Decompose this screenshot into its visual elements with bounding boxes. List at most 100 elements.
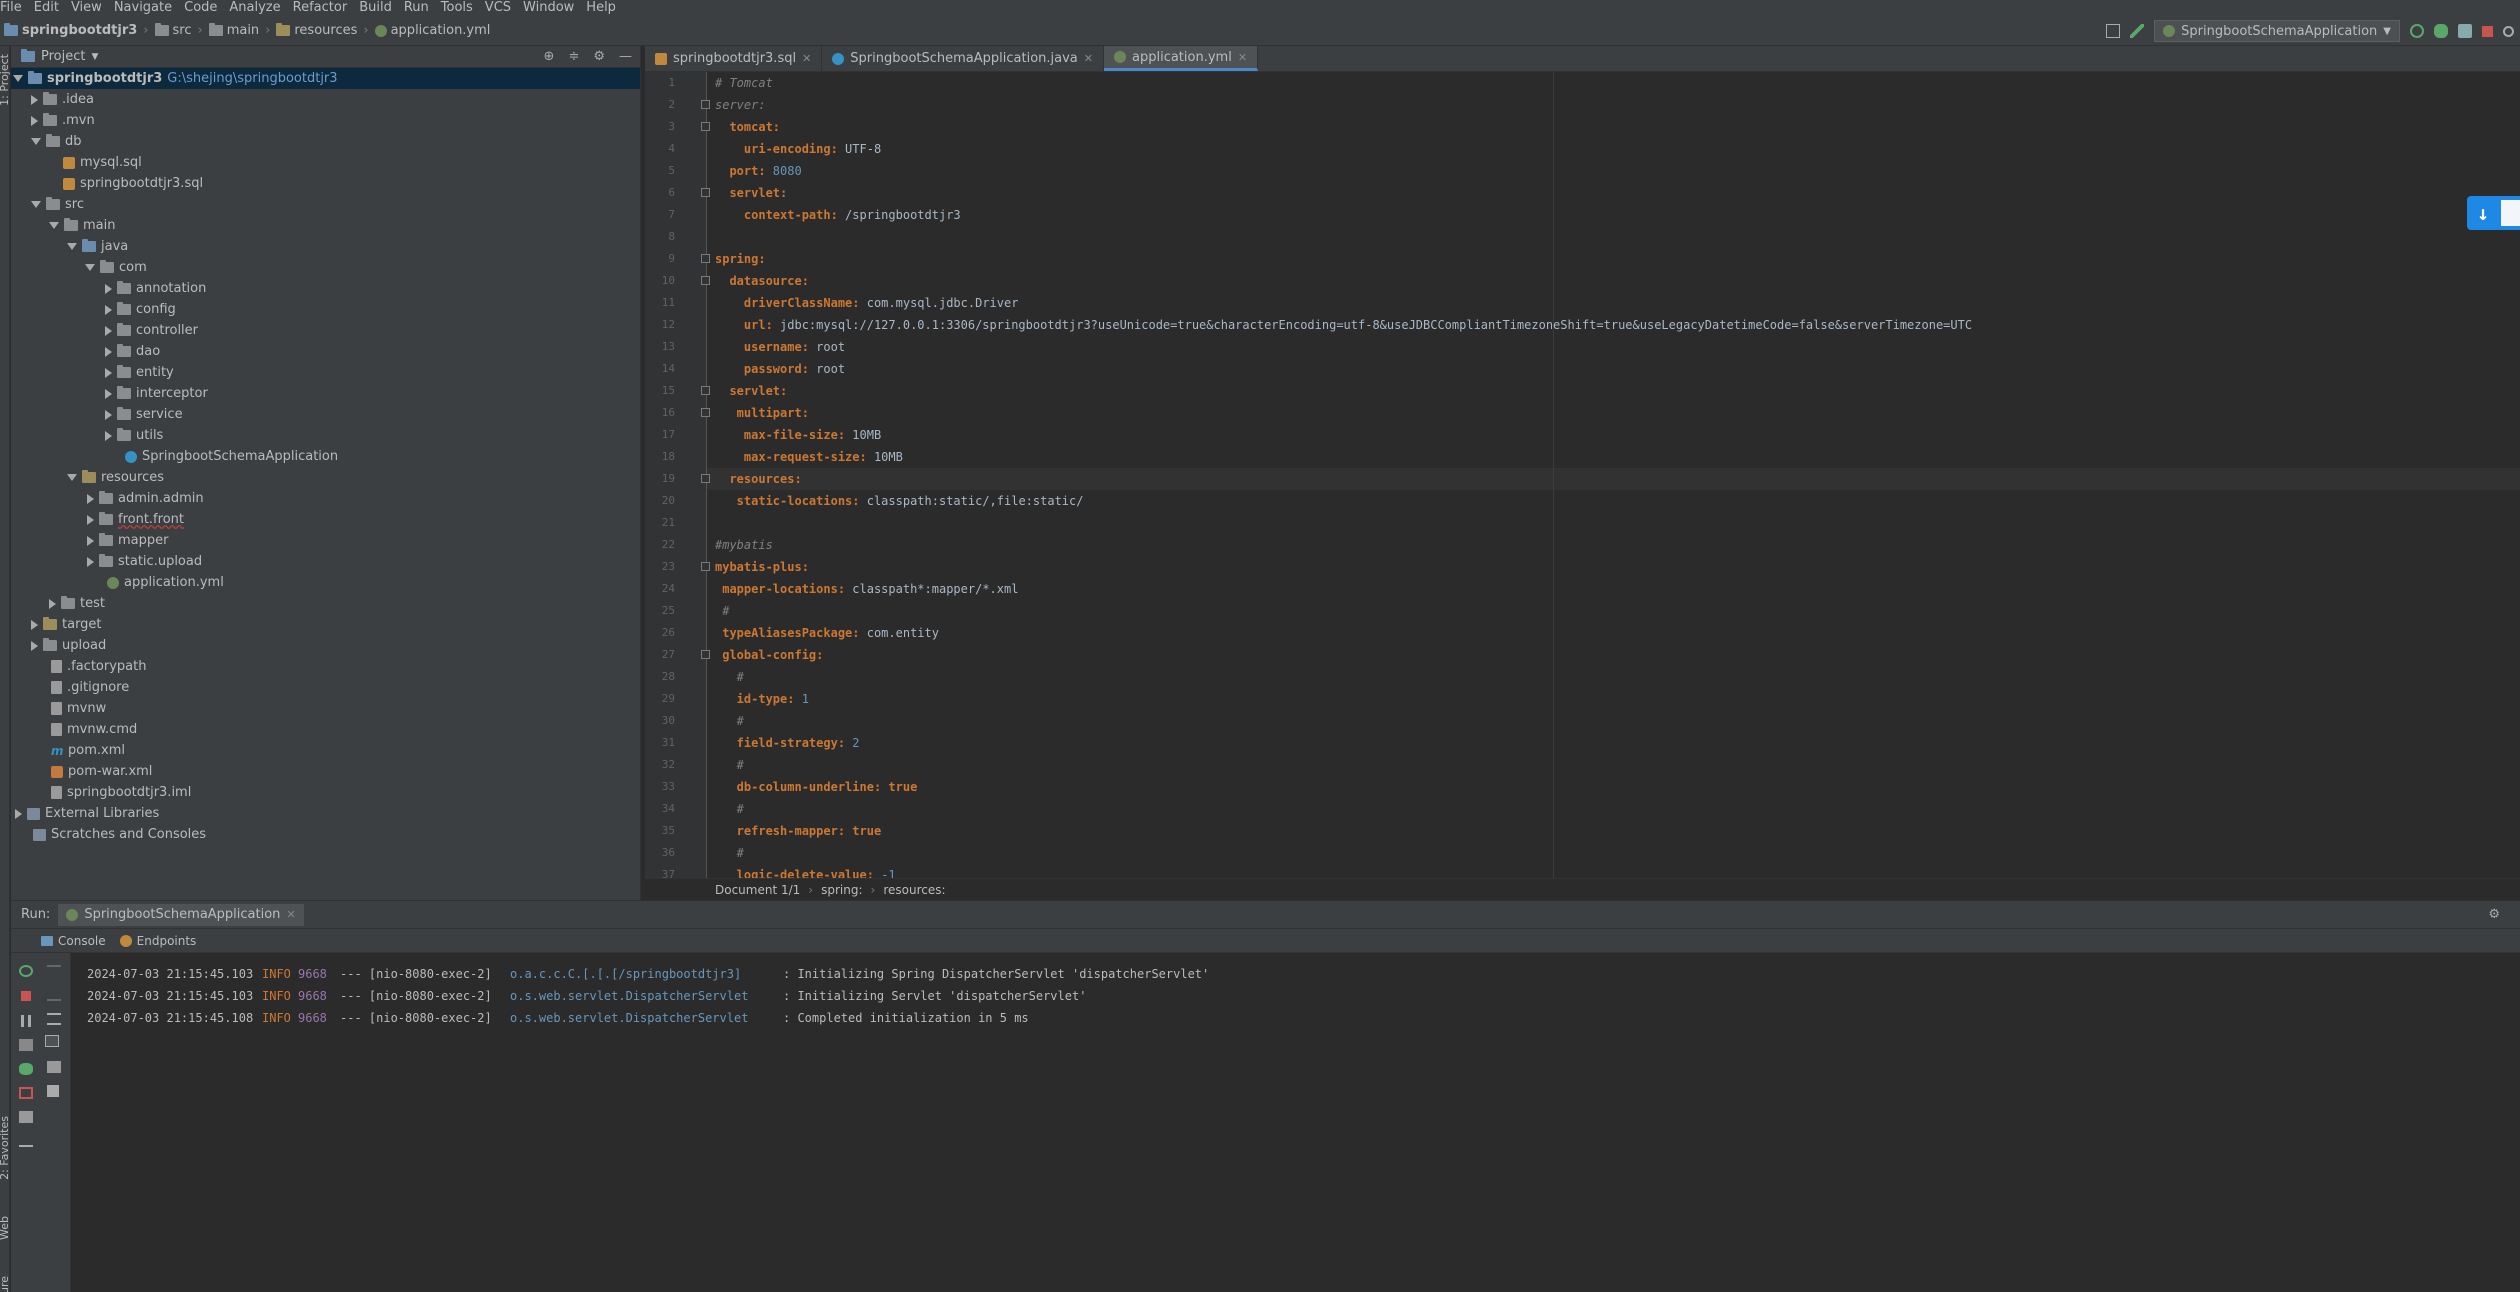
- tree-item-annotation[interactable]: annotation: [105, 278, 206, 299]
- tree-item-mvnw-cmd[interactable]: mvnw.cmd: [51, 719, 137, 740]
- search-icon[interactable]: [2503, 25, 2514, 37]
- tree-item-front[interactable]: front.front: [87, 509, 184, 530]
- expand-arrow-icon[interactable]: [31, 138, 41, 145]
- expand-arrow-icon[interactable]: [105, 283, 112, 294]
- menu-run[interactable]: Run: [398, 0, 435, 16]
- tree-item-mvn[interactable]: .mvn: [31, 110, 95, 131]
- coverage-icon[interactable]: [2458, 24, 2472, 38]
- tree-item-com[interactable]: com: [85, 257, 147, 278]
- menu-window[interactable]: Window: [517, 0, 580, 16]
- up-arrow-icon[interactable]: [47, 965, 61, 977]
- tab-application-yml[interactable]: application.yml ✕: [1104, 46, 1259, 71]
- expand-arrow-icon[interactable]: [13, 75, 23, 82]
- menu-build[interactable]: Build: [353, 0, 398, 16]
- debug-icon[interactable]: [2434, 24, 2448, 38]
- fold-marker-icon[interactable]: [701, 474, 710, 483]
- print-icon[interactable]: [47, 1061, 61, 1073]
- tab-endpoints[interactable]: Endpoints: [119, 934, 196, 948]
- tree-item-service[interactable]: service: [105, 404, 183, 425]
- tree-item-src[interactable]: src: [31, 194, 84, 215]
- tree-item-admin[interactable]: admin.admin: [87, 488, 204, 509]
- tree-item-interceptor[interactable]: interceptor: [105, 383, 208, 404]
- tab-application-java[interactable]: SpringbootSchemaApplication.java ✕: [822, 46, 1104, 71]
- document-indicator[interactable]: Document 1/1: [715, 883, 800, 897]
- expand-arrow-icon[interactable]: [31, 94, 38, 105]
- layout-icon[interactable]: [19, 1111, 33, 1123]
- expand-arrow-icon[interactable]: [87, 493, 94, 504]
- tree-item-static-upload[interactable]: static.upload: [87, 551, 202, 572]
- code-editor[interactable]: 1 2 3 4 5 6 7 8 9 10 11 12 13 14 15 16 17 18 19 20 21 22 23 24 2…: [645, 72, 2520, 878]
- tree-item-resources[interactable]: resources: [67, 467, 164, 488]
- fold-marker-icon[interactable]: [701, 254, 710, 263]
- tree-item-test[interactable]: test: [49, 593, 105, 614]
- expand-arrow-icon[interactable]: [105, 304, 112, 315]
- tree-item-mvnw[interactable]: mvnw: [51, 698, 106, 719]
- breadcrumb-resources[interactable]: resources:: [883, 883, 945, 897]
- tree-item-config[interactable]: config: [105, 299, 176, 320]
- gear-icon[interactable]: ⚙: [593, 49, 605, 64]
- expand-arrow-icon[interactable]: [49, 222, 59, 229]
- menu-navigate[interactable]: Navigate: [108, 0, 178, 16]
- pin-icon[interactable]: [19, 1135, 33, 1147]
- close-icon[interactable]: ✕: [1084, 52, 1093, 65]
- trash-icon[interactable]: [47, 1085, 59, 1097]
- debug-icon[interactable]: [19, 1063, 33, 1075]
- tree-item-controller[interactable]: controller: [105, 320, 198, 341]
- fold-marker-icon[interactable]: [701, 122, 710, 131]
- tree-item-root[interactable]: springbootdtjr3 G:\shejing\springbootdtjr…: [11, 68, 640, 89]
- menu-edit[interactable]: Edit: [28, 0, 65, 16]
- tree-item-external-libraries[interactable]: External Libraries: [15, 803, 159, 824]
- tree-item-entity[interactable]: entity: [105, 362, 174, 383]
- breadcrumb-src[interactable]: src: [151, 23, 196, 38]
- build-hammer-icon[interactable]: [2130, 24, 2145, 38]
- expand-arrow-icon[interactable]: [31, 115, 38, 126]
- exit-icon[interactable]: [19, 1087, 33, 1099]
- tab-springbootdtjr3-sql[interactable]: springbootdtjr3.sql ✕: [645, 46, 823, 71]
- tool-window-structure[interactable]: Structure: [0, 1276, 11, 1292]
- project-structure-icon[interactable]: [2106, 24, 2121, 38]
- menu-file[interactable]: File: [0, 0, 28, 16]
- menu-help[interactable]: Help: [580, 0, 622, 16]
- pause-icon[interactable]: [21, 1015, 31, 1027]
- expand-arrow-icon[interactable]: [105, 346, 112, 357]
- expand-arrow-icon[interactable]: [105, 388, 112, 399]
- collapse-all-icon[interactable]: ≑: [568, 49, 579, 64]
- tree-item-application-class[interactable]: SpringbootSchemaApplication: [125, 446, 338, 467]
- expand-arrow-icon[interactable]: [31, 201, 41, 208]
- fold-marker-icon[interactable]: [701, 100, 710, 109]
- soft-wrap-icon[interactable]: [47, 1013, 61, 1025]
- fold-marker-icon[interactable]: [701, 650, 710, 659]
- scroll-down-button[interactable]: ↓: [2467, 196, 2520, 230]
- menu-refactor[interactable]: Refactor: [287, 0, 354, 16]
- run-configuration-selector[interactable]: SpringbootSchemaApplication ▼: [2154, 20, 2400, 42]
- stop-icon[interactable]: [21, 991, 31, 1001]
- expand-arrow-icon[interactable]: [105, 367, 112, 378]
- chevron-down-icon[interactable]: ▼: [91, 52, 98, 62]
- expand-arrow-icon[interactable]: [15, 808, 22, 819]
- tab-console[interactable]: Console: [41, 934, 106, 948]
- tree-item-db[interactable]: db: [31, 131, 82, 152]
- breadcrumb-file[interactable]: application.yml: [371, 23, 495, 38]
- tree-item-java[interactable]: java: [67, 236, 128, 257]
- tree-item-main[interactable]: main: [49, 215, 115, 236]
- gear-icon[interactable]: ⚙: [2488, 907, 2520, 922]
- fold-marker-icon[interactable]: [701, 188, 710, 197]
- tool-window-project[interactable]: 1: Project: [0, 54, 11, 106]
- breadcrumb-resources[interactable]: resources: [272, 23, 361, 38]
- fold-marker-icon[interactable]: [701, 562, 710, 571]
- tree-item-gitignore[interactable]: .gitignore: [51, 677, 129, 698]
- fold-marker-icon[interactable]: [701, 276, 710, 285]
- expand-arrow-icon[interactable]: [87, 535, 94, 546]
- rerun-icon[interactable]: [2410, 24, 2424, 38]
- run-tab[interactable]: SpringbootSchemaApplication ✕: [58, 903, 304, 926]
- breadcrumb-project[interactable]: springbootdtjr3: [0, 23, 141, 38]
- expand-arrow-icon[interactable]: [31, 619, 38, 630]
- menu-view[interactable]: View: [65, 0, 108, 16]
- fold-marker-icon[interactable]: [701, 408, 710, 417]
- tool-window-favorites[interactable]: 2: Favorites: [0, 1116, 11, 1180]
- menu-analyze[interactable]: Analyze: [223, 0, 286, 16]
- tree-item-idea[interactable]: .idea: [31, 89, 94, 110]
- tree-item-factorypath[interactable]: .factorypath: [51, 656, 146, 677]
- locate-icon[interactable]: ⊕: [544, 49, 555, 64]
- close-icon[interactable]: ✕: [802, 52, 811, 65]
